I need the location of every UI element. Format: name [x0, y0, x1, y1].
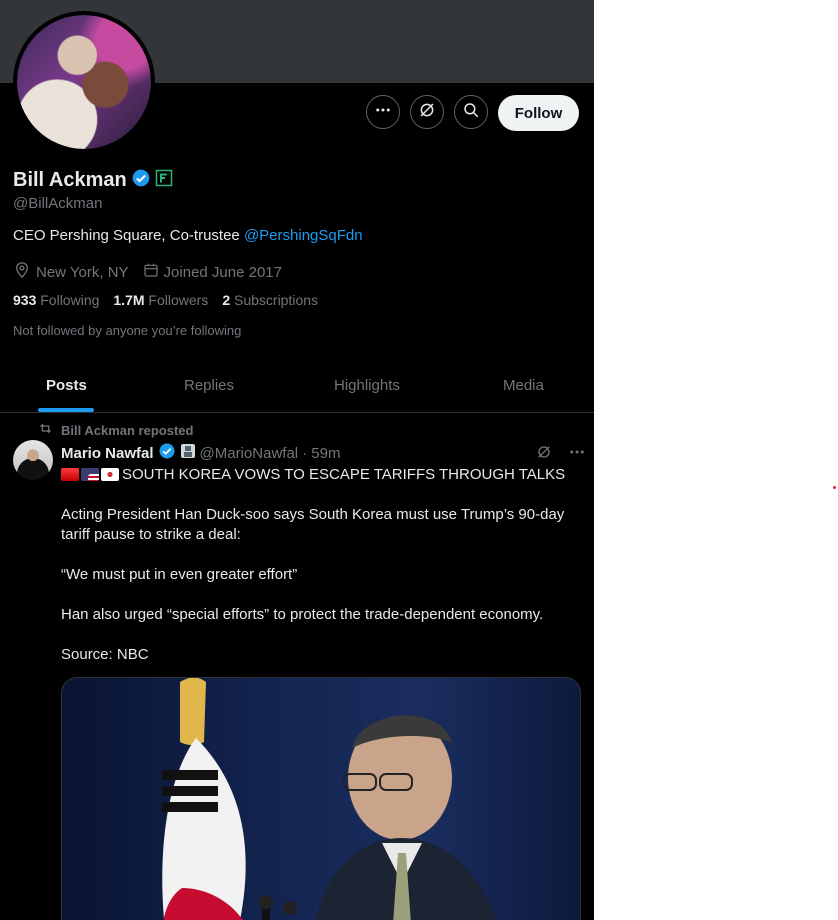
post-paragraph-3: Han also urged “special efforts” to prot…	[61, 606, 544, 623]
post-headline-line: SOUTH KOREA VOWS TO ESCAPE TARIFFS THROU…	[61, 465, 583, 485]
subscriptions-count: 2	[222, 292, 231, 308]
post-actions	[536, 443, 586, 466]
repost-icon	[38, 421, 53, 439]
tab-posts[interactable]: Posts	[46, 377, 87, 394]
verified-badge-icon[interactable]	[131, 168, 151, 193]
siren-emoji-icon	[61, 468, 79, 481]
profile-name-row: Bill Ackman	[13, 168, 173, 193]
post-paragraph-1: Acting President Han Duck-soo says South…	[61, 506, 565, 543]
profile-meta: New York, NY Joined June 2017	[13, 261, 282, 283]
joined-text: Joined June 2017	[163, 263, 282, 281]
active-tab-indicator	[38, 408, 94, 412]
grok-icon	[418, 101, 436, 124]
post-media-image[interactable]	[61, 677, 581, 920]
followers-count: 1.7M	[113, 292, 145, 308]
post-headline: SOUTH KOREA VOWS TO ESCAPE TARIFFS THROU…	[122, 466, 566, 483]
followers-label: Followers	[148, 292, 209, 308]
profile-tabs: Posts Replies Highlights Media	[0, 360, 594, 413]
calendar-icon	[143, 262, 159, 282]
grok-icon[interactable]	[536, 444, 552, 465]
tab-replies[interactable]: Replies	[184, 377, 234, 394]
post-author-name[interactable]: Mario Nawfal	[61, 445, 154, 462]
search-button[interactable]	[454, 95, 488, 129]
profile-name: Bill Ackman	[13, 169, 127, 191]
bio-mention-link[interactable]: @PershingSqFdn	[244, 227, 363, 244]
following-label: Following	[40, 292, 100, 308]
post-header: Mario Nawfal @MarioNawfal · 59m	[61, 442, 340, 464]
post-paragraph-4: Source: NBC	[61, 646, 149, 663]
grok-button[interactable]	[410, 95, 444, 129]
affiliate-badge-icon[interactable]	[180, 443, 196, 463]
repost-label[interactable]: Bill Ackman reposted	[61, 423, 193, 438]
flag-emojis	[61, 468, 119, 481]
indicator-dot	[833, 486, 836, 489]
followers-link[interactable]: 1.7M Followers	[113, 292, 208, 308]
post-body: SOUTH KOREA VOWS TO ESCAPE TARIFFS THROU…	[61, 465, 583, 685]
subscriptions-link[interactable]: 2 Subscriptions	[222, 292, 318, 308]
post-author-avatar[interactable]	[13, 440, 53, 480]
profile-avatar[interactable]	[13, 11, 155, 153]
profile-bio: CEO Pershing Square, Co-trustee @Pershin…	[13, 227, 363, 244]
profile-panel: Follow Bill Ackman @BillAckman CEO Persh…	[0, 0, 594, 920]
subscriptions-label: Subscriptions	[234, 292, 319, 308]
profile-counts: 933 Following 1.7M Followers 2 Subscript…	[13, 292, 318, 308]
bio-text: CEO Pershing Square, Co-trustee	[13, 227, 244, 244]
location-item: New York, NY	[13, 261, 129, 283]
follow-button[interactable]: Follow	[498, 95, 579, 131]
search-icon	[462, 101, 480, 124]
post-author-handle[interactable]: @MarioNawfal	[200, 445, 299, 462]
more-horizontal-icon	[374, 101, 392, 124]
post-paragraph-2: “We must put in even greater effort”	[61, 566, 298, 583]
location-pin-icon	[13, 261, 31, 283]
location-text: New York, NY	[36, 263, 129, 281]
tab-highlights[interactable]: Highlights	[334, 377, 400, 394]
korea-flag-icon	[101, 468, 119, 481]
affiliate-badge-icon[interactable]	[155, 169, 173, 192]
more-button[interactable]	[366, 95, 400, 129]
following-link[interactable]: 933 Following	[13, 292, 99, 308]
joined-item: Joined June 2017	[143, 261, 282, 283]
verified-badge-icon[interactable]	[158, 442, 176, 464]
tab-media[interactable]: Media	[503, 377, 544, 394]
more-horizontal-icon[interactable]	[568, 443, 586, 466]
repost-context: Bill Ackman reposted	[38, 421, 193, 439]
us-flag-icon	[81, 468, 99, 481]
profile-handle: @BillAckman	[13, 195, 103, 212]
post-time[interactable]: · 59m	[302, 445, 340, 462]
following-count: 933	[13, 292, 37, 308]
not-followed-note: Not followed by anyone you’re following	[13, 323, 242, 338]
